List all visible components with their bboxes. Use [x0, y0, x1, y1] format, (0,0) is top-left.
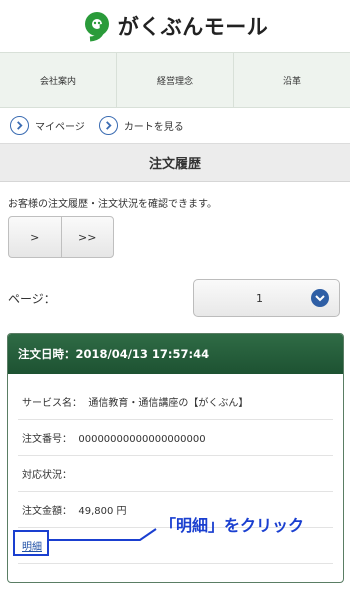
order-service-row: サービス名： 通信教育・通信講座の【がくぶん】 [18, 384, 333, 420]
page-select-row: ページ： 1 [0, 279, 350, 317]
gnav-item-history[interactable]: 沿革 [234, 53, 350, 107]
cart-link[interactable]: カートを見る [98, 116, 184, 135]
next-page-button[interactable]: > [9, 217, 61, 257]
order-service: サービス名： 通信教育・通信講座の【がくぶん】 [22, 398, 249, 409]
page-description: お客様の注文履歴・注文状況を確認できます。 [8, 199, 217, 210]
global-nav: 会社案内 経営理念 沿革 [0, 52, 350, 108]
order-status: 対応状況： [22, 470, 72, 481]
order-amount: 注文金額： 49,800 円 [22, 506, 127, 517]
page-title: 注文履歴 [0, 144, 350, 182]
mypage-label: マイページ [35, 122, 85, 133]
order-number-row: 注文番号： 00000000000000000000 [18, 420, 333, 456]
pager: > >> [8, 216, 114, 258]
circle-arrow-icon [10, 116, 29, 135]
site-header: がくぶんモール [0, 0, 350, 52]
page-select-label: ページ： [8, 291, 56, 306]
order-number: 注文番号： 00000000000000000000 [22, 434, 206, 445]
order-date: 注文日時：2018/04/13 17:57:44 [8, 334, 343, 374]
gnav-item-company[interactable]: 会社案内 [0, 53, 117, 107]
mypage-link[interactable]: マイページ [10, 116, 85, 135]
order-card: 注文日時：2018/04/13 17:57:44 サービス名： 通信教育・通信講… [7, 333, 344, 583]
page-select[interactable]: 1 [193, 279, 340, 317]
detail-highlight-box [13, 530, 49, 556]
page-select-value: 1 [256, 291, 263, 305]
cart-label: カートを見る [123, 122, 184, 133]
circle-arrow-icon [98, 116, 118, 135]
annotation-connector [48, 528, 157, 541]
chevron-down-icon [311, 289, 329, 307]
site-logo[interactable]: がくぶんモール [82, 10, 269, 42]
logo-text: がくぶんモール [117, 15, 269, 39]
click-annotation: 「明細」をクリック [160, 516, 305, 535]
order-status-row: 対応状況： [18, 456, 333, 492]
g-mark-icon [82, 10, 114, 42]
sub-nav: マイページ カートを見る [0, 108, 350, 144]
gnav-item-philosophy[interactable]: 経営理念 [117, 53, 234, 107]
last-page-button[interactable]: >> [60, 217, 114, 257]
